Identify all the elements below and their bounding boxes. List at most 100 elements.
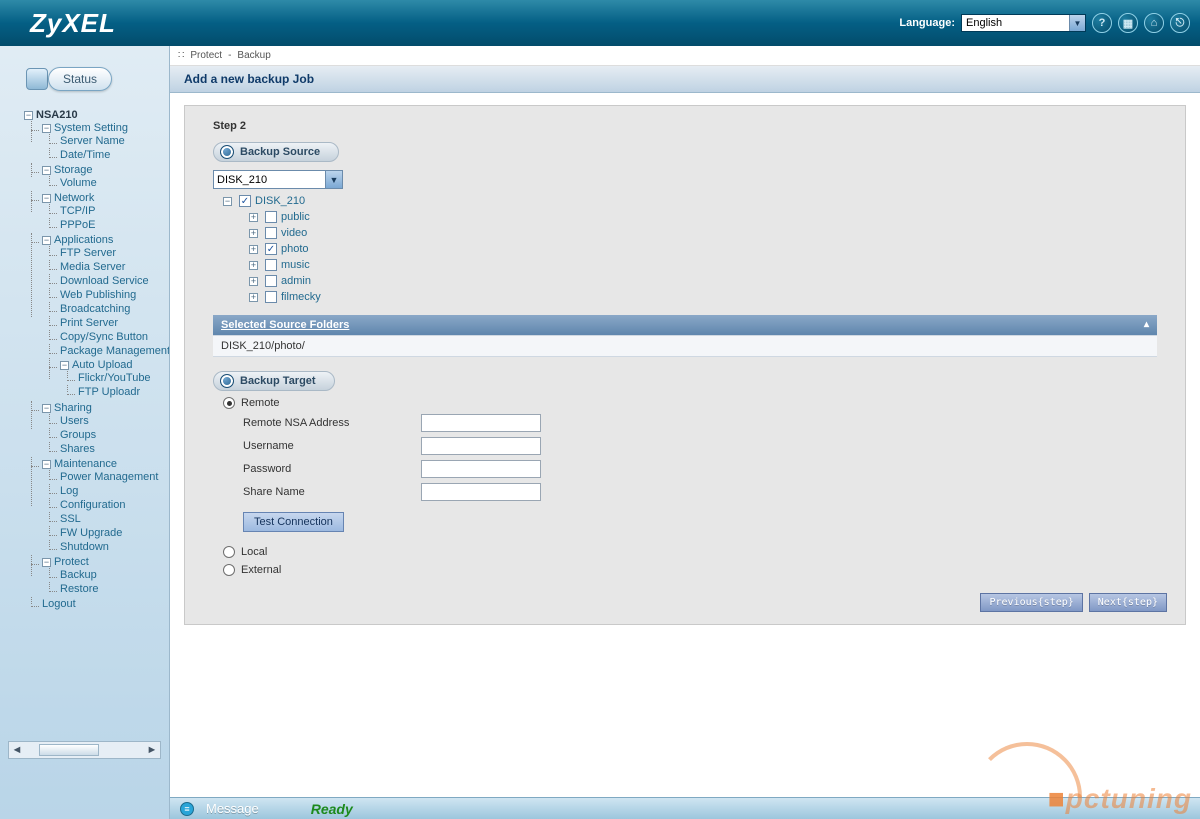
nav-print-server[interactable]: Print Server [60,317,118,329]
nav-log[interactable]: Log [60,485,78,497]
collapse-icon[interactable]: − [42,558,51,567]
nav-auto-upload[interactable]: Auto Upload [72,359,133,371]
sidebar-scrollbar[interactable]: ◄ ► [8,741,161,759]
source-tree-item: + video [249,225,1157,241]
nav-storage[interactable]: Storage [54,164,93,176]
nav-groups[interactable]: Groups [60,429,96,441]
target-remote-row[interactable]: Remote [223,397,1157,409]
checkbox[interactable]: ✓ [265,243,277,255]
nav-shares[interactable]: Shares [60,443,95,455]
radio-remote[interactable] [223,397,235,409]
breadcrumb-icon: ∷ [178,50,184,61]
checkbox[interactable] [265,291,277,303]
collapse-icon[interactable]: − [24,111,33,120]
target-external-row[interactable]: External [223,564,1157,576]
nav-copy-sync[interactable]: Copy/Sync Button [60,331,148,343]
target-local-row[interactable]: Local [223,546,1157,558]
nav-ftp-server[interactable]: FTP Server [60,247,116,259]
source-tree-item-label[interactable]: admin [281,275,311,287]
next-button[interactable]: Next{step} [1089,593,1167,612]
checkbox[interactable] [265,211,277,223]
collapse-icon[interactable]: − [42,460,51,469]
collapse-icon[interactable]: − [42,404,51,413]
expand-icon[interactable]: + [249,261,258,270]
checkbox[interactable] [265,227,277,239]
source-tree-item-label[interactable]: video [281,227,307,239]
help-icon[interactable]: ? [1092,13,1112,33]
status-cube-icon [26,68,48,90]
nav-fw-upgrade[interactable]: FW Upgrade [60,527,122,539]
nav-applications[interactable]: Applications [54,234,113,246]
caret-up-icon[interactable]: ▴ [1144,319,1149,330]
language-select[interactable]: English ▼ [961,14,1086,32]
nav-flickr-youtube[interactable]: Flickr/YouTube [78,372,151,384]
source-select[interactable]: DISK_210 ▼ [213,170,343,189]
source-tree-root[interactable]: DISK_210 [255,195,305,207]
source-tree-item-label[interactable]: photo [281,243,309,255]
expand-icon[interactable]: + [249,245,258,254]
remote-username-label: Username [243,440,413,452]
collapse-icon[interactable]: − [42,124,51,133]
nav-ftp-uploadr[interactable]: FTP Uploadr [78,386,140,398]
nav-media-server[interactable]: Media Server [60,261,125,273]
nav-server-name[interactable]: Server Name [60,135,125,147]
nav-configuration[interactable]: Configuration [60,499,125,511]
scroll-thumb[interactable] [39,744,99,756]
previous-button[interactable]: Previous{step} [980,593,1082,612]
nav-sharing[interactable]: Sharing [54,402,92,414]
nav-tcpip[interactable]: TCP/IP [60,205,95,217]
nav-logout[interactable]: Logout [42,598,76,610]
checkbox[interactable]: ✓ [239,195,251,207]
nav-restore[interactable]: Restore [60,583,99,595]
remote-password-field: Password [243,460,1157,478]
nav-volume[interactable]: Volume [60,177,97,189]
nav-ssl[interactable]: SSL [60,513,81,525]
nav-download-service[interactable]: Download Service [60,275,149,287]
nav-broadcatching[interactable]: Broadcatching [60,303,130,315]
source-tree-item-label[interactable]: public [281,211,310,223]
source-tree-item-label[interactable]: music [281,259,310,271]
nav-web-publishing[interactable]: Web Publishing [60,289,136,301]
collapse-icon[interactable]: − [42,236,51,245]
source-tree-item-label[interactable]: filmecky [281,291,321,303]
expand-icon[interactable]: + [249,293,258,302]
remote-share-input[interactable] [421,483,541,501]
home-icon[interactable]: ⌂ [1144,13,1164,33]
status-tab[interactable]: Status [26,60,169,98]
scroll-left-icon[interactable]: ◄ [9,744,25,756]
remote-password-input[interactable] [421,460,541,478]
nav-shutdown[interactable]: Shutdown [60,541,109,553]
nav-backup[interactable]: Backup [60,569,97,581]
expand-icon[interactable]: + [249,277,258,286]
nav-date-time[interactable]: Date/Time [60,149,110,161]
logout-icon[interactable]: ⎋ [1170,13,1190,33]
grid-icon[interactable]: ▦ [1118,13,1138,33]
radio-local[interactable] [223,546,235,558]
nav-users[interactable]: Users [60,415,89,427]
checkbox[interactable] [265,259,277,271]
nav-maintenance[interactable]: Maintenance [54,458,117,470]
nav-network[interactable]: Network [54,192,94,204]
test-connection-button[interactable]: Test Connection [243,512,344,532]
remote-username-input[interactable] [421,437,541,455]
expand-icon[interactable]: + [249,213,258,222]
radio-external[interactable] [223,564,235,576]
nav-power-mgmt[interactable]: Power Management [60,471,158,483]
collapse-icon[interactable]: − [60,361,69,370]
expand-icon[interactable]: + [249,229,258,238]
target-remote-label: Remote [241,397,280,409]
nav-system-setting[interactable]: System Setting [54,122,128,134]
tree-root[interactable]: NSA210 [36,109,78,121]
nav-pppoe[interactable]: PPPoE [60,219,95,231]
collapse-icon[interactable]: − [42,194,51,203]
source-tree-item: + public [249,209,1157,225]
footer: ≡ Message Ready [170,797,1200,819]
collapse-icon[interactable]: − [223,197,232,206]
nav-protect[interactable]: Protect [54,556,89,568]
checkbox[interactable] [265,275,277,287]
message-label: Message [206,801,259,816]
remote-address-input[interactable] [421,414,541,432]
collapse-icon[interactable]: − [42,166,51,175]
nav-package-mgmt[interactable]: Package Management [60,345,169,357]
scroll-right-icon[interactable]: ► [144,744,160,756]
